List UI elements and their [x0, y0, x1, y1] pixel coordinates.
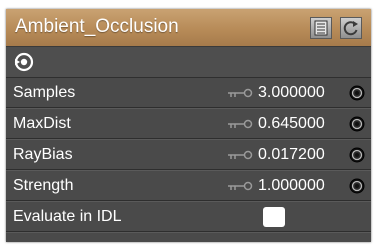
param-label: Strength [13, 177, 74, 194]
key-icon[interactable] [227, 88, 253, 98]
param-value-field[interactable]: 1.000000 [258, 177, 325, 195]
param-row-strength: Strength 1.000000 [6, 171, 371, 201]
connection-icon[interactable] [349, 85, 365, 101]
param-label: Evaluate in IDL [13, 208, 122, 225]
node-output-bar [6, 47, 371, 78]
document-button[interactable] [310, 17, 332, 39]
target-icon[interactable] [14, 52, 34, 72]
key-icon[interactable] [227, 181, 253, 191]
param-label: Samples [13, 84, 76, 101]
param-row-maxdist: MaxDist 0.645000 [6, 109, 371, 139]
evaluate-idl-checkbox[interactable] [263, 207, 285, 227]
node-title: Ambient_Occlusion [15, 16, 179, 37]
shader-node-panel: Ambient_Occlusion Samples 3.000000 MaxDi… [6, 9, 371, 242]
refresh-icon [343, 21, 358, 36]
param-row-evaluate-idl: Evaluate in IDL [6, 202, 371, 232]
param-label: MaxDist [13, 115, 71, 132]
param-value-field[interactable]: 0.017200 [258, 146, 325, 164]
document-icon [314, 20, 328, 36]
key-icon[interactable] [227, 119, 253, 129]
param-value-field[interactable]: 0.645000 [258, 115, 325, 133]
connection-icon[interactable] [349, 178, 365, 194]
key-icon[interactable] [227, 150, 253, 160]
param-value-field[interactable]: 3.000000 [258, 84, 325, 102]
param-label: RayBias [13, 146, 73, 163]
param-row-raybias: RayBias 0.017200 [6, 140, 371, 170]
node-header[interactable]: Ambient_Occlusion [6, 9, 371, 47]
connection-icon[interactable] [349, 116, 365, 132]
param-row-samples: Samples 3.000000 [6, 78, 371, 108]
connection-icon[interactable] [349, 147, 365, 163]
refresh-button[interactable] [340, 17, 362, 39]
panel-footer [6, 233, 371, 242]
